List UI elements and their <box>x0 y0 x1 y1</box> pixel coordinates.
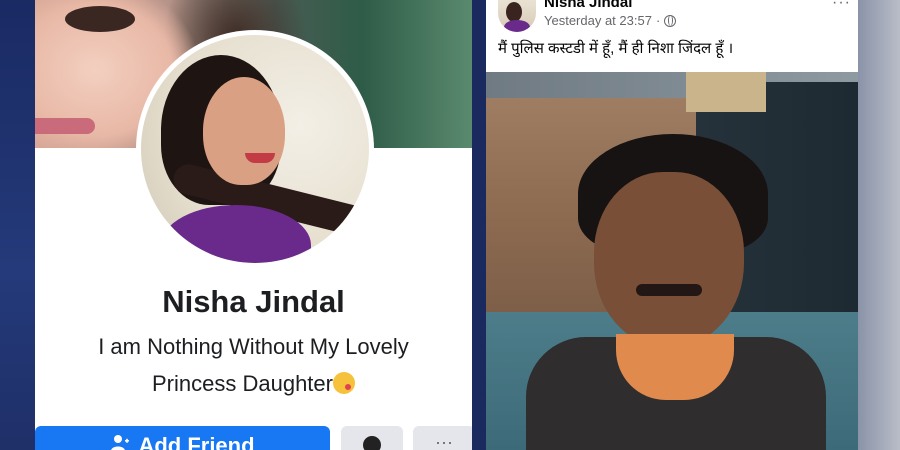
profile-bio: I am Nothing Without My Lovely Princess … <box>55 328 452 402</box>
kiss-emoji-icon <box>332 372 355 394</box>
cover-photo-detail <box>35 118 95 134</box>
person-plus-icon <box>110 433 130 450</box>
cover-photo-detail <box>65 6 135 32</box>
post-menu-button[interactable]: ··· <box>832 0 851 12</box>
photo-detail <box>686 72 766 112</box>
more-options-button[interactable]: ··· <box>413 426 472 450</box>
profile-bio-line-2: Princess Daughter <box>55 365 452 402</box>
post-author-avatar[interactable] <box>498 0 536 32</box>
post-text: मैं पुलिस कस्टडी में हूँ, मैं ही निशा जि… <box>498 40 734 57</box>
post-photo[interactable] <box>486 72 858 450</box>
more-options-label: ··· <box>435 432 453 450</box>
profile-picture[interactable] <box>141 35 369 263</box>
background-left <box>0 0 40 450</box>
meta-separator: · <box>655 13 661 28</box>
profile-picture-detail <box>203 77 285 185</box>
post-meta: Yesterday at 23:57 · <box>544 13 677 28</box>
post-timestamp[interactable]: Yesterday at 23:57 <box>544 13 652 28</box>
photo-detail <box>636 284 702 296</box>
messenger-icon <box>363 436 381 450</box>
profile-name: Nisha Jindal <box>162 284 345 319</box>
post-author-name[interactable]: Nisha Jindal <box>544 0 632 11</box>
background-divider <box>472 0 486 450</box>
add-friend-label: Add Friend <box>138 433 255 450</box>
post-panel: Nisha Jindal Yesterday at 23:57 · ··· मै… <box>486 0 858 450</box>
background-right <box>858 0 900 450</box>
photo-detail <box>594 172 744 347</box>
profile-panel: Nisha Jindal I am Nothing Without My Lov… <box>35 0 472 450</box>
globe-icon <box>664 14 677 27</box>
messenger-button[interactable] <box>341 426 403 450</box>
add-friend-button[interactable]: Add Friend <box>35 426 330 450</box>
profile-bio-line: Princess Daughter <box>152 371 333 396</box>
profile-bio-line: I am Nothing Without My Lovely <box>98 334 409 359</box>
